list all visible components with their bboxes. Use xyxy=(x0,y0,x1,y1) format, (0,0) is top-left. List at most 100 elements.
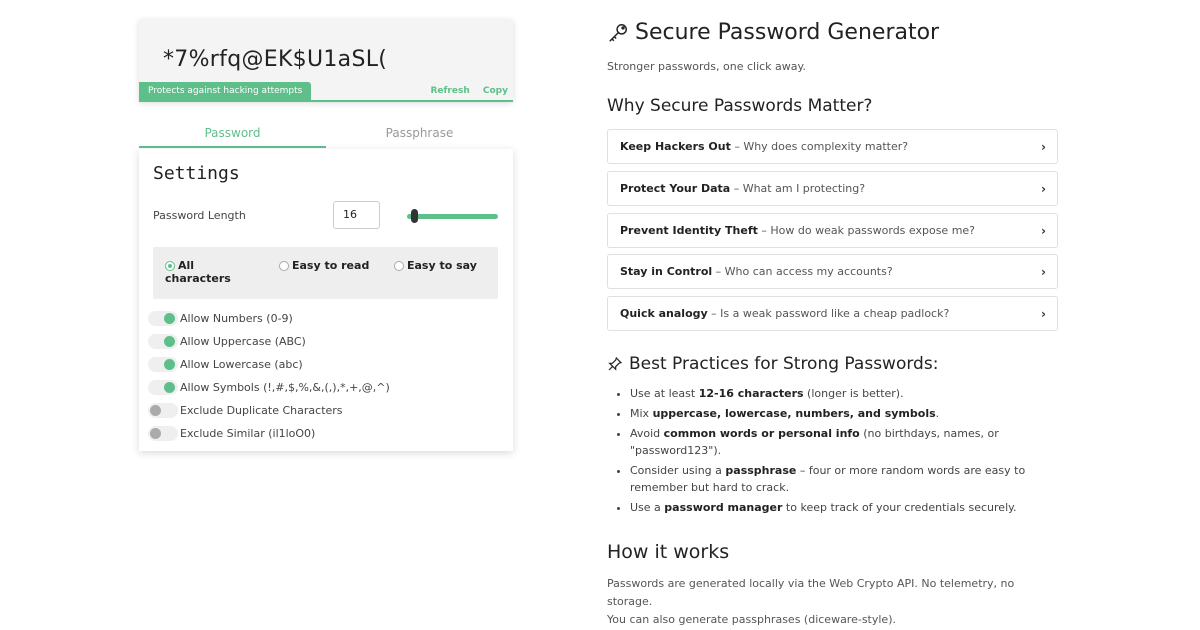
chevron-right-icon: › xyxy=(1041,265,1046,279)
chevron-right-icon: › xyxy=(1041,307,1046,321)
page-header: Secure Password Generator xyxy=(607,20,939,45)
radio-easy-to-read[interactable]: Easy to read xyxy=(279,259,369,272)
faq-title: Stay in Control xyxy=(620,265,713,278)
chevron-right-icon: › xyxy=(1041,182,1046,196)
toggle-allow-numbers[interactable]: Allow Numbers (0-9) xyxy=(148,311,293,326)
radio-label: Easy to read xyxy=(292,259,370,272)
chevron-right-icon: › xyxy=(1041,140,1046,154)
faq-question: – What am I protecting? xyxy=(730,182,866,195)
settings-panel: Settings Password Length 16 All character… xyxy=(139,149,513,451)
strength-badge: Protects against hacking attempts xyxy=(139,82,312,100)
toggle-label: Allow Uppercase (ABC) xyxy=(180,335,306,348)
how-it-works-line: Passwords are generated locally via the … xyxy=(607,577,1015,608)
toggle-switch[interactable] xyxy=(148,426,178,441)
faq-title: Quick analogy xyxy=(620,307,708,320)
list-item: Use a password manager to keep track of … xyxy=(630,499,1030,516)
tab-password[interactable]: Password xyxy=(139,122,326,148)
list-text: Mix xyxy=(630,407,653,420)
toggle-knob xyxy=(164,313,175,324)
faq-question: – Why does complexity matter? xyxy=(730,140,909,153)
page-title: Secure Password Generator xyxy=(635,20,940,45)
generated-password[interactable]: *7%rfq@EK$U1aSL( xyxy=(163,47,387,72)
character-mode-group: All characters Easy to read Easy to say xyxy=(153,247,498,299)
toggle-switch[interactable] xyxy=(148,311,178,326)
password-length-label: Password Length xyxy=(153,209,246,222)
toggle-allow-lowercase[interactable]: Allow Lowercase (abc) xyxy=(148,357,303,372)
radio-all-characters[interactable]: All characters xyxy=(165,259,231,285)
radio-label-line2: characters xyxy=(165,272,231,285)
toggle-allow-symbols[interactable]: Allow Symbols (!,#,$,%,&,(,),*,+,@,^) xyxy=(148,380,390,395)
toggle-label: Exclude Duplicate Characters xyxy=(180,404,343,417)
best-practices-heading: Best Practices for Strong Passwords: xyxy=(629,354,939,374)
list-item: Use at least 12-16 characters (longer is… xyxy=(630,385,1030,402)
password-actions: Refresh Copy xyxy=(420,86,508,96)
length-slider-track[interactable] xyxy=(407,214,498,219)
pin-icon xyxy=(608,356,623,371)
faq-title: Prevent Identity Theft xyxy=(620,224,758,237)
how-it-works-text: Passwords are generated locally via the … xyxy=(607,575,1057,629)
radio-checked-icon xyxy=(165,261,175,271)
toggle-switch[interactable] xyxy=(148,380,178,395)
radio-label: Easy to say xyxy=(407,259,477,272)
how-it-works-line: You can also generate passphrases (dicew… xyxy=(607,613,896,626)
faq-title: Protect Your Data xyxy=(620,182,731,195)
radio-easy-to-say[interactable]: Easy to say xyxy=(394,259,477,272)
chevron-right-icon: › xyxy=(1041,224,1046,238)
best-practices-header: Best Practices for Strong Passwords: xyxy=(607,354,938,374)
radio-unchecked-icon xyxy=(279,261,289,271)
list-text: Avoid xyxy=(630,427,664,440)
list-emphasis: common words or personal info xyxy=(663,427,860,440)
mode-tabs: Password Passphrase xyxy=(139,122,513,148)
list-item: Mix uppercase, lowercase, numbers, and s… xyxy=(630,405,1030,422)
list-emphasis: uppercase, lowercase, numbers, and symbo… xyxy=(652,407,936,420)
toggle-exclude-similar[interactable]: Exclude Similar (il1loO0) xyxy=(148,426,315,441)
faq-text: Stay in Control – Who can access my acco… xyxy=(620,265,893,278)
faq-text: Keep Hackers Out – Why does complexity m… xyxy=(620,140,908,153)
list-emphasis: passphrase xyxy=(725,464,797,477)
list-item: Consider using a passphrase – four or mo… xyxy=(630,462,1030,496)
password-length-input[interactable]: 16 xyxy=(333,201,380,229)
faq-item[interactable]: Keep Hackers Out – Why does complexity m… xyxy=(607,129,1058,164)
list-text: . xyxy=(935,407,940,420)
radio-unchecked-icon xyxy=(394,261,404,271)
toggle-exclude-duplicates[interactable]: Exclude Duplicate Characters xyxy=(148,403,343,418)
why-heading: Why Secure Passwords Matter? xyxy=(607,96,873,116)
faq-item[interactable]: Protect Your Data – What am I protecting… xyxy=(607,171,1058,206)
toggle-knob xyxy=(150,405,161,416)
copy-button[interactable]: Copy xyxy=(483,86,508,96)
list-text: Consider using a xyxy=(630,464,726,477)
list-text: to keep track of your credentials secure… xyxy=(782,501,1017,514)
faq-item[interactable]: Prevent Identity Theft – How do weak pas… xyxy=(607,213,1058,248)
faq-question: – Is a weak password like a cheap padloc… xyxy=(707,307,950,320)
radio-label-line1: All xyxy=(178,259,195,272)
toggle-knob xyxy=(150,428,161,439)
toggle-knob xyxy=(164,336,175,347)
tab-passphrase[interactable]: Passphrase xyxy=(326,122,513,148)
list-emphasis: 12-16 characters xyxy=(698,387,804,400)
toggle-label: Allow Numbers (0-9) xyxy=(180,312,293,325)
list-text: Use a xyxy=(630,501,665,514)
how-it-works-heading: How it works xyxy=(607,541,730,563)
faq-text: Quick analogy – Is a weak password like … xyxy=(620,307,949,320)
length-slider-thumb[interactable] xyxy=(411,209,418,223)
toggle-switch[interactable] xyxy=(148,334,178,349)
toggle-label: Allow Lowercase (abc) xyxy=(180,358,303,371)
page-subtitle: Stronger passwords, one click away. xyxy=(607,60,806,73)
radio-label: All characters xyxy=(165,259,231,285)
toggle-allow-uppercase[interactable]: Allow Uppercase (ABC) xyxy=(148,334,306,349)
faq-title: Keep Hackers Out xyxy=(620,140,731,153)
toggle-switch[interactable] xyxy=(148,357,178,372)
list-emphasis: password manager xyxy=(664,501,783,514)
password-display-card: *7%rfq@EK$U1aSL( Protects against hackin… xyxy=(139,20,513,102)
toggle-knob xyxy=(164,382,175,393)
faq-item[interactable]: Stay in Control – Who can access my acco… xyxy=(607,254,1058,289)
faq-question: – How do weak passwords expose me? xyxy=(757,224,976,237)
faq-text: Protect Your Data – What am I protecting… xyxy=(620,182,865,195)
refresh-button[interactable]: Refresh xyxy=(430,86,469,96)
toggle-switch[interactable] xyxy=(148,403,178,418)
best-practices-list: Use at least 12-16 characters (longer is… xyxy=(630,385,1030,519)
faq-item[interactable]: Quick analogy – Is a weak password like … xyxy=(607,296,1058,331)
list-text: Use at least xyxy=(630,387,699,400)
toggle-label: Exclude Similar (il1loO0) xyxy=(180,427,316,440)
key-icon xyxy=(609,23,627,42)
